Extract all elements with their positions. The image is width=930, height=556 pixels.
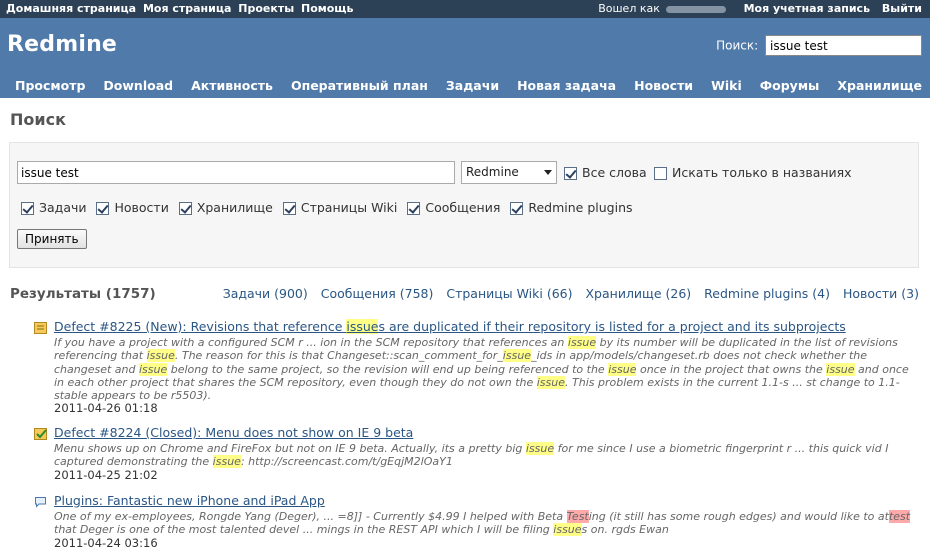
results-filters: Задачи (900) Сообщения (758) Страницы Wi… — [214, 286, 919, 301]
type-issues-checkbox[interactable] — [21, 202, 34, 215]
page-title: Поиск — [10, 110, 66, 129]
filter-issues[interactable]: Задачи (900) — [223, 286, 308, 301]
type-plugins[interactable]: Redmine plugins — [510, 200, 633, 215]
type-plugins-checkbox[interactable] — [510, 202, 524, 215]
result-title-link[interactable]: Defect #8225 (New): Revisions that refer… — [54, 319, 846, 334]
type-news-checkbox[interactable] — [96, 202, 110, 215]
type-messages[interactable]: Сообщения — [407, 200, 500, 215]
type-messages-checkbox[interactable] — [407, 202, 421, 215]
type-wiki-checkbox[interactable] — [282, 202, 296, 215]
result-description: One of my ex-employees, Rongde Yang (Deg… — [54, 510, 911, 537]
result-date: 2011-04-25 21:02 — [54, 468, 158, 482]
type-repository[interactable]: Хранилище — [178, 200, 273, 215]
tab-overview[interactable]: Просмотр — [6, 75, 94, 96]
type-wiki[interactable]: Страницы Wiki — [282, 200, 398, 215]
result-title-link[interactable]: Defect #8224 (Closed): Menu does not sho… — [54, 425, 413, 440]
type-issues[interactable]: Задачи — [21, 200, 87, 215]
closed-issue-icon — [34, 428, 47, 440]
result-date: 2011-04-26 01:18 — [54, 401, 158, 415]
help-link[interactable]: Помощь — [301, 2, 353, 15]
filter-messages[interactable]: Сообщения (758) — [321, 286, 434, 301]
main-menu: Просмотр Download Активность Оперативный пл… — [6, 75, 930, 96]
message-icon — [35, 497, 46, 508]
my-page-link[interactable]: Моя страница — [143, 2, 231, 15]
filter-wiki[interactable]: Страницы Wiki (66) — [446, 286, 572, 301]
chevron-down-icon — [544, 170, 552, 175]
results-heading: Результаты (1757) — [10, 286, 156, 302]
type-news[interactable]: Новости — [96, 200, 169, 215]
tab-forums[interactable]: Форумы — [751, 75, 829, 96]
my-account-link[interactable]: Моя учетная запись — [744, 2, 870, 15]
type-wiki-label: Страницы Wiki — [300, 200, 398, 215]
submit-button[interactable]: Принять — [17, 229, 87, 249]
quick-search-input[interactable] — [765, 35, 922, 56]
scope-select[interactable]: Redmine — [461, 161, 557, 184]
search-query-input[interactable] — [17, 161, 455, 184]
header: Redmine Поиск: ПросмотрDownloadАктивност… — [0, 18, 930, 98]
user-name-redacted — [665, 5, 726, 13]
titles-only-checkbox[interactable] — [654, 167, 667, 180]
logout-link[interactable]: Выйти — [882, 2, 922, 15]
result-title-link[interactable]: Plugins: Fantastic new iPhone and iPad A… — [54, 493, 325, 508]
content: Поиск Redmine Все слова Искать только в … — [0, 98, 930, 556]
logged-as-label: Вошел как — [598, 2, 660, 15]
result-date: 2011-04-24 03:16 — [54, 536, 158, 550]
type-messages-label: Сообщения — [425, 200, 501, 215]
titles-only-option[interactable]: Искать только в названиях — [654, 165, 852, 180]
quick-search: Поиск: — [716, 35, 922, 56]
tab-activity[interactable]: Активность — [182, 75, 282, 96]
type-plugins-label: Redmine plugins — [528, 200, 633, 215]
type-repository-checkbox[interactable] — [178, 202, 192, 215]
type-repository-label: Хранилище — [196, 200, 273, 215]
quick-search-label: Поиск: — [716, 38, 759, 53]
result-description: Menu shows up on Chrome and FireFox but … — [54, 442, 889, 469]
tab-new-issue[interactable]: Новая задача — [508, 75, 625, 96]
tab-wiki[interactable]: Wiki — [702, 75, 751, 96]
scope-select-value: Redmine — [466, 165, 519, 179]
search-form: Redmine Все слова Искать только в назван… — [9, 142, 919, 268]
result-description: If you have a project with a configured … — [54, 336, 909, 403]
filter-plugins[interactable]: Redmine plugins (4) — [704, 286, 830, 301]
filter-repository[interactable]: Хранилище (26) — [585, 286, 691, 301]
home-link[interactable]: Домашняя страница — [6, 2, 136, 15]
issue-icon — [34, 322, 47, 334]
all-words-option[interactable]: Все слова — [564, 165, 647, 180]
tab-news[interactable]: Новости — [625, 75, 702, 96]
projects-link[interactable]: Проекты — [238, 2, 294, 15]
top-menu: Домашняя страница Моя страница Проекты П… — [0, 0, 930, 18]
titles-only-label: Искать только в названиях — [672, 165, 852, 180]
type-news-label: Новости — [114, 200, 169, 215]
tab-roadmap[interactable]: Оперативный план — [282, 75, 437, 96]
tab-issues[interactable]: Задачи — [437, 75, 508, 96]
search-types: Задачи Новости Хранилище Страницы Wiki С… — [21, 200, 639, 215]
tab-download[interactable]: Download — [94, 75, 182, 96]
filter-news[interactable]: Новости (3) — [843, 286, 919, 301]
all-words-checkbox[interactable] — [564, 167, 577, 180]
all-words-label: Все слова — [582, 165, 647, 180]
type-issues-label: Задачи — [39, 200, 87, 215]
site-title: Redmine — [7, 32, 118, 57]
tab-repository[interactable]: Хранилище — [828, 75, 930, 96]
